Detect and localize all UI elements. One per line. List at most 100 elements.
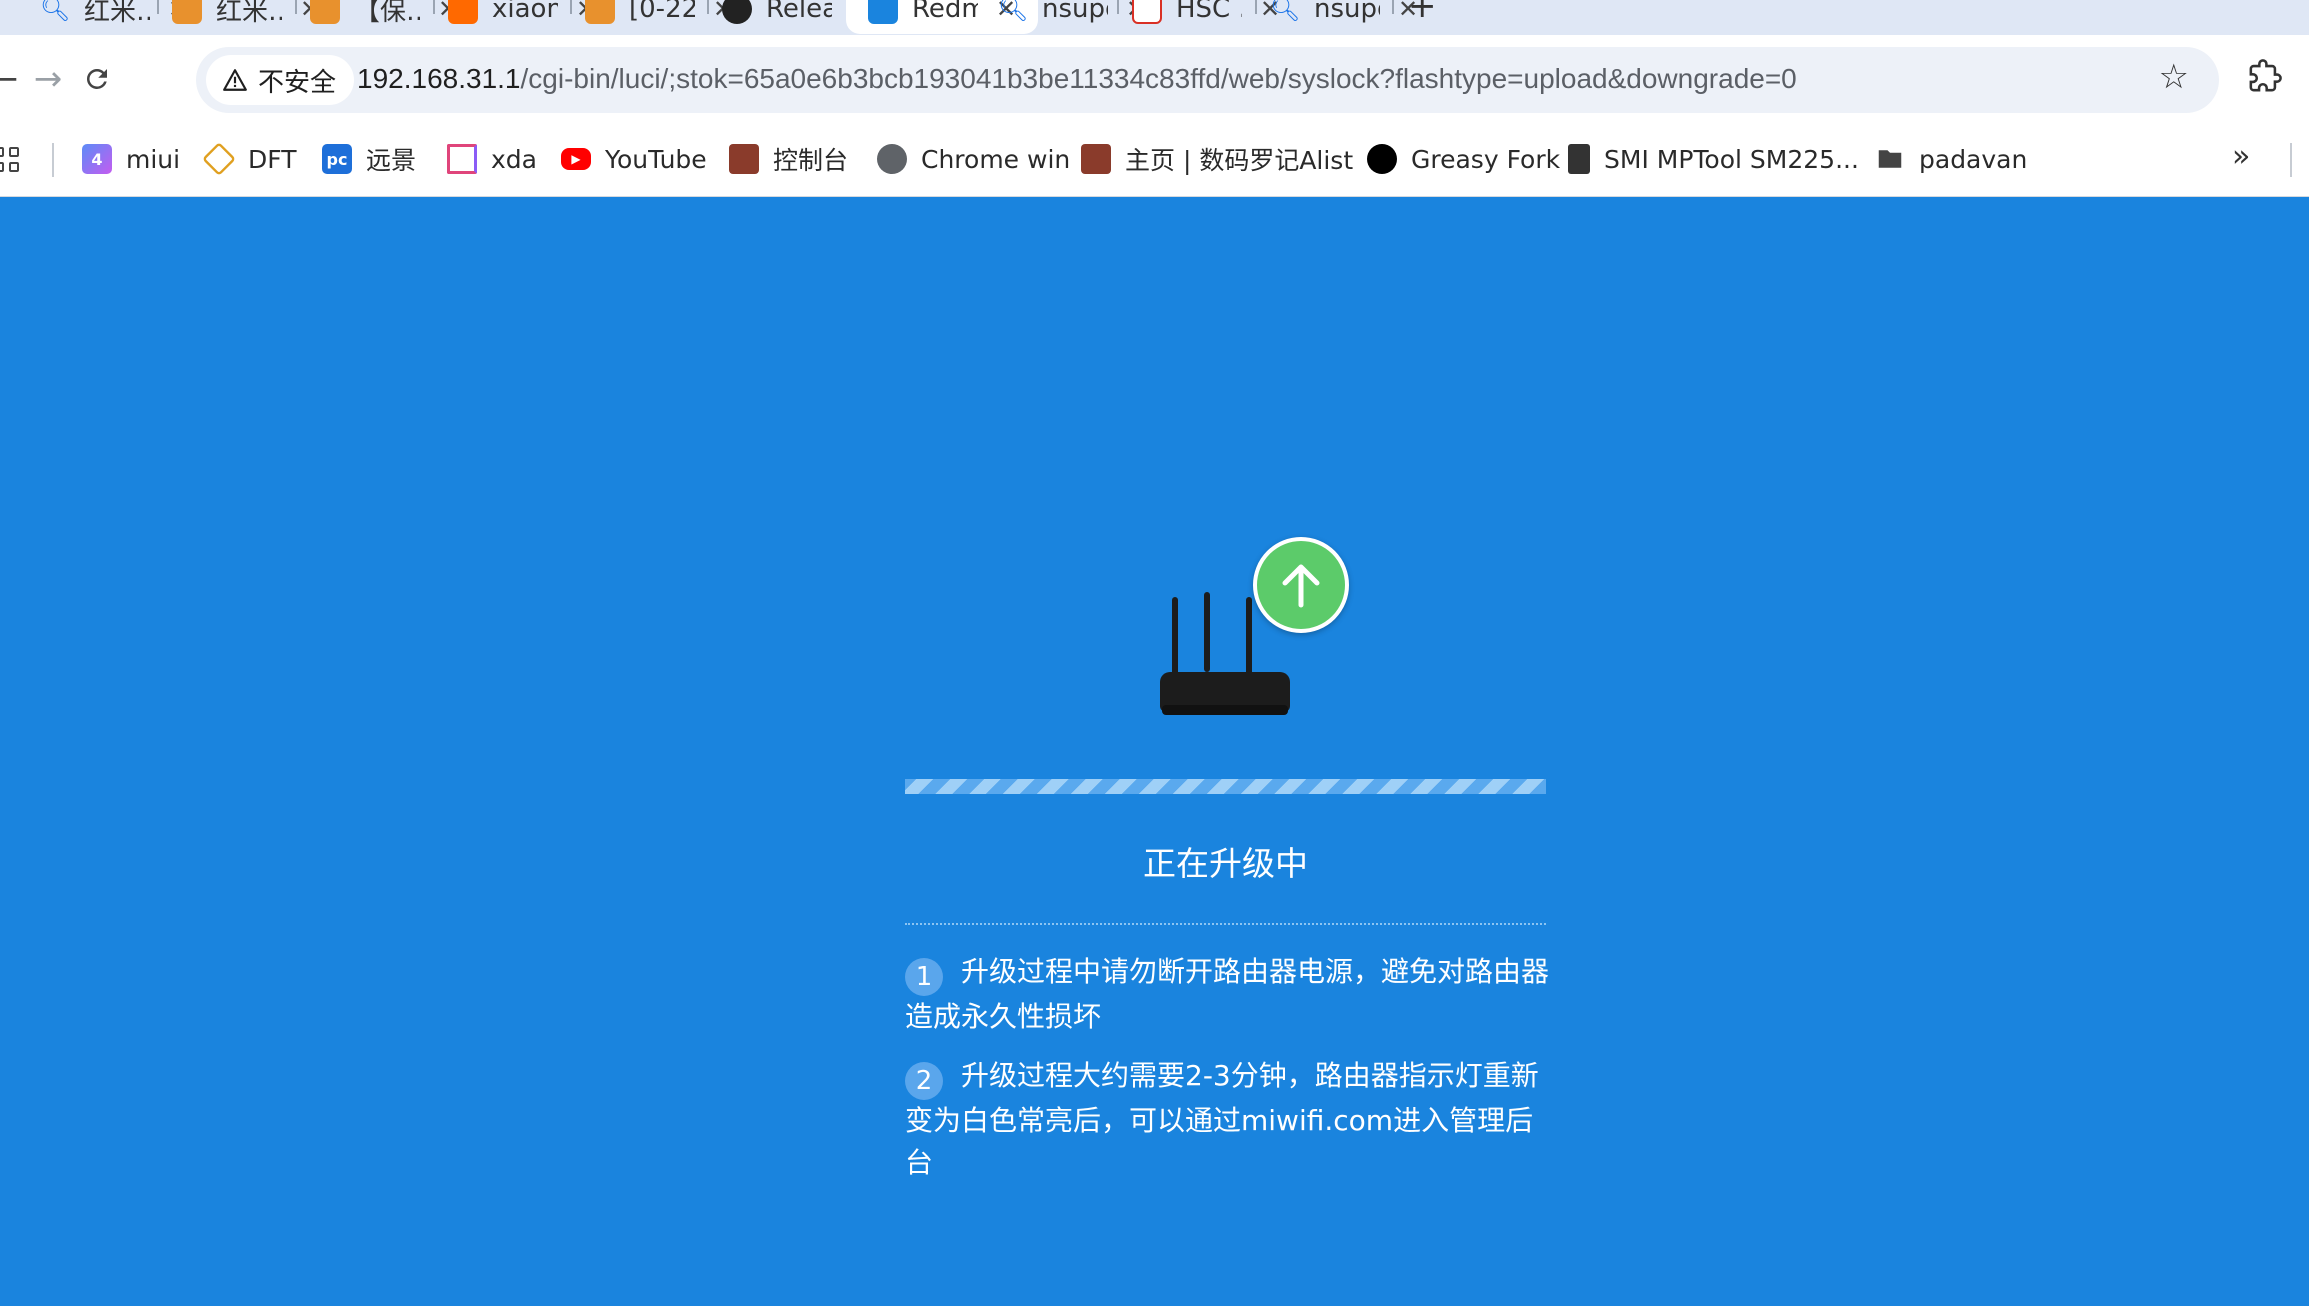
orange-site-icon	[172, 0, 202, 24]
globe-icon	[877, 144, 907, 174]
tab-title: 【保…	[354, 0, 420, 27]
bookmark-miui[interactable]: 4 miui	[82, 139, 180, 179]
tab-title: nsupd…	[1314, 0, 1380, 24]
xda-icon	[447, 144, 477, 174]
bookmark-xda[interactable]: xda	[447, 139, 537, 179]
upgrade-progress-bar	[905, 779, 1546, 794]
url-host: 192.168.31.1	[357, 63, 521, 94]
arrow-right-icon: →	[33, 59, 63, 99]
more-bookmarks-button[interactable]: »	[2232, 139, 2250, 174]
tab-1[interactable]: 红米… ✕	[172, 0, 320, 34]
bookmark-label: SMI MPTool SM225...	[1604, 144, 1859, 174]
orange-site-icon	[585, 0, 615, 24]
bookmark-label: Chrome win	[921, 144, 1071, 174]
bookmark-youtube[interactable]: ▶ YouTube	[561, 139, 707, 179]
tab-3[interactable]: xiaomi ✕	[448, 0, 596, 34]
bookmark-pcbeta[interactable]: pc 远景	[322, 139, 416, 179]
chevron-double-right-icon: »	[2232, 139, 2251, 174]
orange-site-icon	[310, 0, 340, 24]
tip-text: 升级过程中请勿断开路由器电源，避免对路由器造成永久性损坏	[905, 955, 1550, 1033]
bookmark-label: DFT	[248, 144, 297, 174]
miui-icon: 4	[82, 144, 112, 174]
greasyfork-icon	[1367, 144, 1397, 174]
puzzle-icon	[2249, 59, 2282, 92]
tip-item: 1 升级过程中请勿断开路由器电源，避免对路由器造成永久性损坏	[905, 951, 1550, 1038]
github-icon	[722, 0, 752, 24]
arrow-left-icon: ←	[0, 59, 19, 99]
new-tab-button[interactable]: +	[1408, 0, 1437, 26]
bookmark-dft[interactable]: DFT	[202, 139, 297, 179]
avatar-icon	[729, 144, 759, 174]
bookmark-smi-mptool[interactable]: SMI MPTool SM225...	[1568, 139, 1859, 179]
router-antenna	[1172, 597, 1178, 677]
address-bar[interactable]: 不安全 192.168.31.1/cgi-bin/luci/;stok=65a0…	[196, 47, 2219, 113]
router-antenna	[1204, 592, 1210, 672]
extensions-button[interactable]	[2248, 59, 2282, 97]
tab-0[interactable]: 🔍︎ 红米… ✕	[40, 0, 188, 34]
reload-button[interactable]	[69, 51, 125, 107]
tab-title: xiaomi	[492, 0, 558, 24]
tab-8[interactable]: HSC … ✕	[1132, 0, 1280, 34]
folder-icon	[1878, 150, 1902, 168]
avatar-icon	[1081, 144, 1111, 174]
tab-title: nsupd…	[1042, 0, 1108, 24]
security-chip[interactable]: 不安全	[206, 55, 355, 105]
bookmark-label: 主页 | 数码罗记Alist	[1125, 146, 1354, 175]
bookmark-label: YouTube	[605, 144, 707, 174]
bookmark-label: 控制台	[773, 146, 849, 175]
router-antenna	[1246, 597, 1252, 677]
security-label: 不安全	[258, 67, 337, 98]
router-upgrade-illustration	[1150, 537, 1380, 747]
tab-separator	[1117, 0, 1119, 14]
tip-number-badge: 2	[905, 1062, 943, 1100]
tip-text: 升级过程大约需要2-3分钟，路由器指示灯重新变为白色常亮后，可以通过miwifi…	[905, 1059, 1539, 1179]
dft-icon	[202, 142, 236, 176]
url-text[interactable]: 192.168.31.1/cgi-bin/luci/;stok=65a0e6b3…	[357, 63, 1797, 95]
router-base	[1162, 705, 1288, 715]
bookmark-padavan[interactable]: padavan	[1875, 139, 2027, 179]
bookmark-label: Greasy Fork	[1411, 144, 1561, 174]
bookmark-console[interactable]: 控制台	[729, 139, 848, 179]
bookmark-label: 远景	[366, 146, 417, 175]
upload-arrow-icon	[1253, 537, 1349, 633]
tab-title: Redmi	[912, 0, 978, 24]
mi-icon	[448, 0, 478, 24]
bookmark-label: padavan	[1919, 144, 2028, 174]
tab-title: 红米…	[216, 0, 282, 27]
bookmark-alist[interactable]: 主页 | 数码罗记Alist	[1081, 139, 1353, 179]
tab-9[interactable]: 🔍︎ nsupd… ✕	[1270, 0, 1418, 34]
search-icon: 🔍︎	[40, 0, 71, 23]
tab-separator	[570, 0, 572, 14]
tab-separator	[1255, 0, 1257, 14]
tip-item: 2 升级过程大约需要2-3分钟，路由器指示灯重新变为白色常亮后，可以通过miwif…	[905, 1055, 1550, 1184]
tip-number-badge: 1	[905, 958, 943, 996]
divider	[905, 923, 1546, 925]
tab-2[interactable]: 【保… ✕	[310, 0, 458, 34]
upgrade-page: 正在升级中 1 升级过程中请勿断开路由器电源，避免对路由器造成永久性损坏 2 升级过…	[0, 197, 2309, 1306]
tab-7[interactable]: 🔍︎ nsupd… ✕	[998, 0, 1146, 34]
bookmarks-separator	[2290, 143, 2292, 177]
bookmark-chrome-win[interactable]: Chrome win	[877, 139, 1070, 179]
tab-separator	[433, 0, 435, 14]
bookmarks-bar: 4 miui DFT pc 远景 xda ▶ YouTube 控制台 Chrom…	[0, 125, 2309, 197]
tab-title: 红米…	[84, 0, 150, 27]
tab-separator	[295, 0, 297, 14]
tab-title: [0-22]	[629, 0, 695, 24]
tab-4[interactable]: [0-22] ✕	[585, 0, 733, 34]
star-icon: ☆	[2158, 57, 2189, 97]
forward-button[interactable]: →	[20, 51, 76, 107]
tab-title: Relea…	[766, 0, 832, 24]
tab-separator	[1392, 0, 1394, 14]
bookmark-label: xda	[491, 144, 537, 174]
tab-title: HSC …	[1176, 0, 1242, 24]
youtube-icon: ▶	[561, 148, 591, 170]
warning-icon	[223, 69, 247, 91]
url-path: /cgi-bin/luci/;stok=65a0e6b3bcb193041b3b…	[520, 63, 1797, 94]
tab-separator	[157, 0, 159, 14]
tab-strip: 🔍︎ 红米… ✕ 红米… ✕ 【保… ✕ xiaomi ✕ [0-22] ✕ R…	[0, 0, 2309, 35]
bookmark-greasyfork[interactable]: Greasy Fork	[1367, 139, 1560, 179]
bookmark-star-button[interactable]: ☆	[2159, 57, 2189, 97]
browser-toolbar: ← → 不安全 192.168.31.1/cgi-bin/luci/;stok=…	[0, 35, 2309, 125]
usb-icon	[1568, 144, 1590, 174]
apps-icon[interactable]	[0, 147, 19, 172]
